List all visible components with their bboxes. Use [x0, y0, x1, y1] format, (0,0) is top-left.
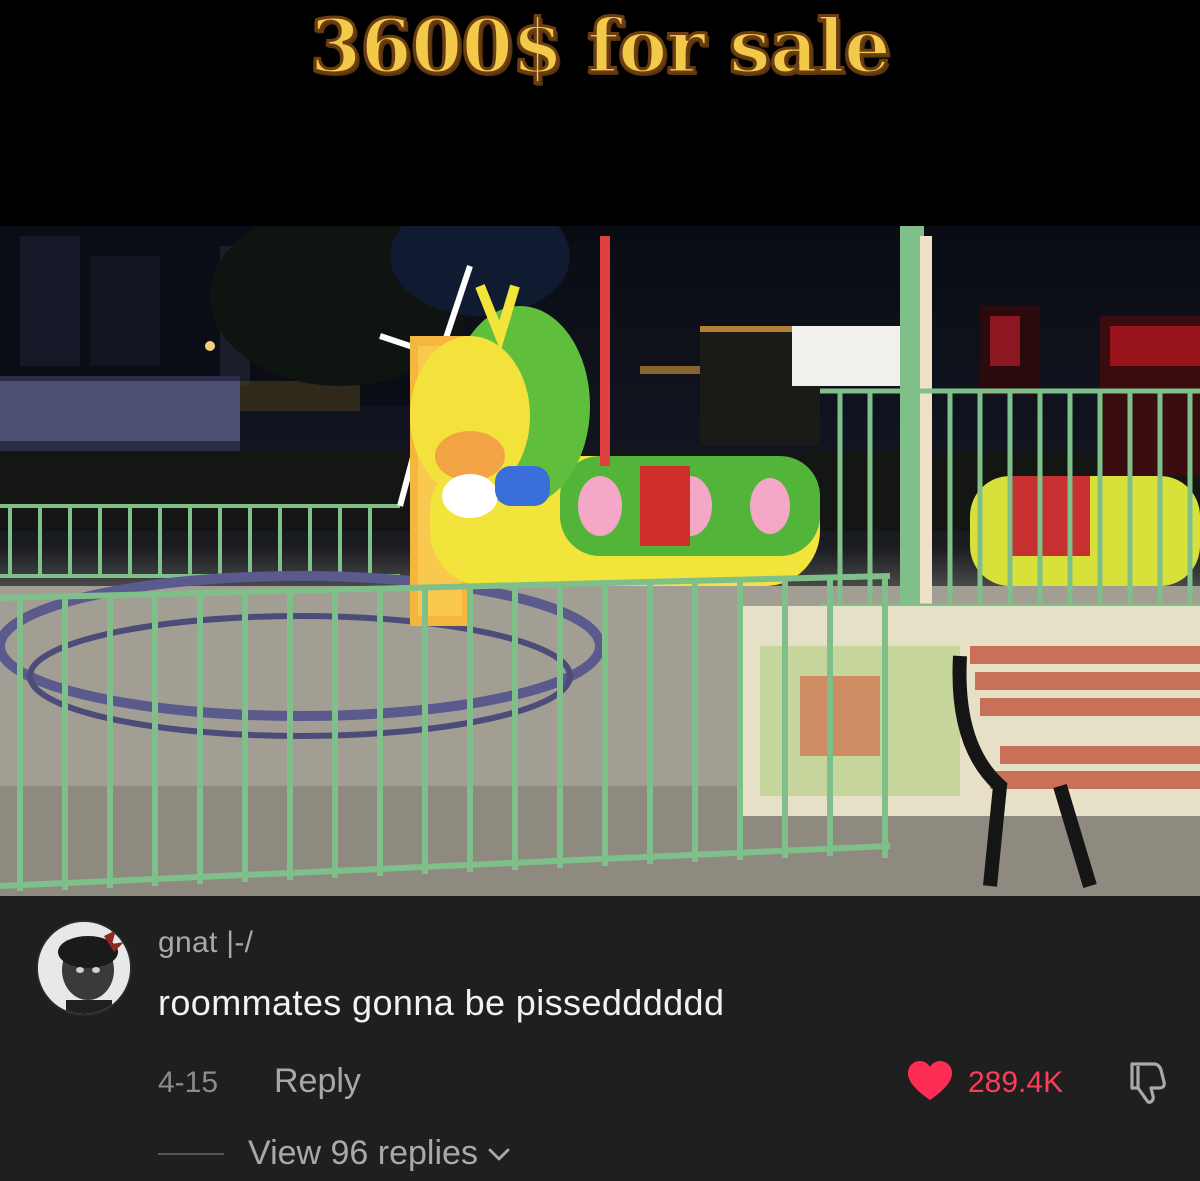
heart-icon [908, 1061, 952, 1100]
video-caption: 3600$ for sale [309, 3, 893, 92]
comment-date: 4-15 [158, 1066, 219, 1099]
chevron-down-icon [488, 1148, 510, 1160]
scene-illustration [0, 226, 1200, 896]
replies-divider [158, 1153, 224, 1155]
avatar-image [38, 922, 130, 1014]
caterpillar-ride-photo [0, 226, 1200, 896]
comment-item: gnat |-/ roommates gonna be pissedddddd … [0, 896, 1200, 1181]
thumbs-down-icon [1130, 1062, 1166, 1104]
dislike-button[interactable] [1124, 1058, 1172, 1106]
comment-username[interactable]: gnat |-/ [158, 926, 253, 960]
like-button[interactable] [906, 1060, 954, 1102]
view-replies-label: View 96 replies [248, 1134, 478, 1172]
reply-button[interactable]: Reply [274, 1062, 361, 1101]
comment-text: roommates gonna be pissedddddd [158, 982, 725, 1023]
view-replies-button[interactable]: View 96 replies [248, 1134, 512, 1173]
video-player[interactable]: 3600$ for sale [0, 0, 1200, 896]
like-count: 289.4K [968, 1066, 1064, 1099]
avatar[interactable] [36, 920, 132, 1016]
